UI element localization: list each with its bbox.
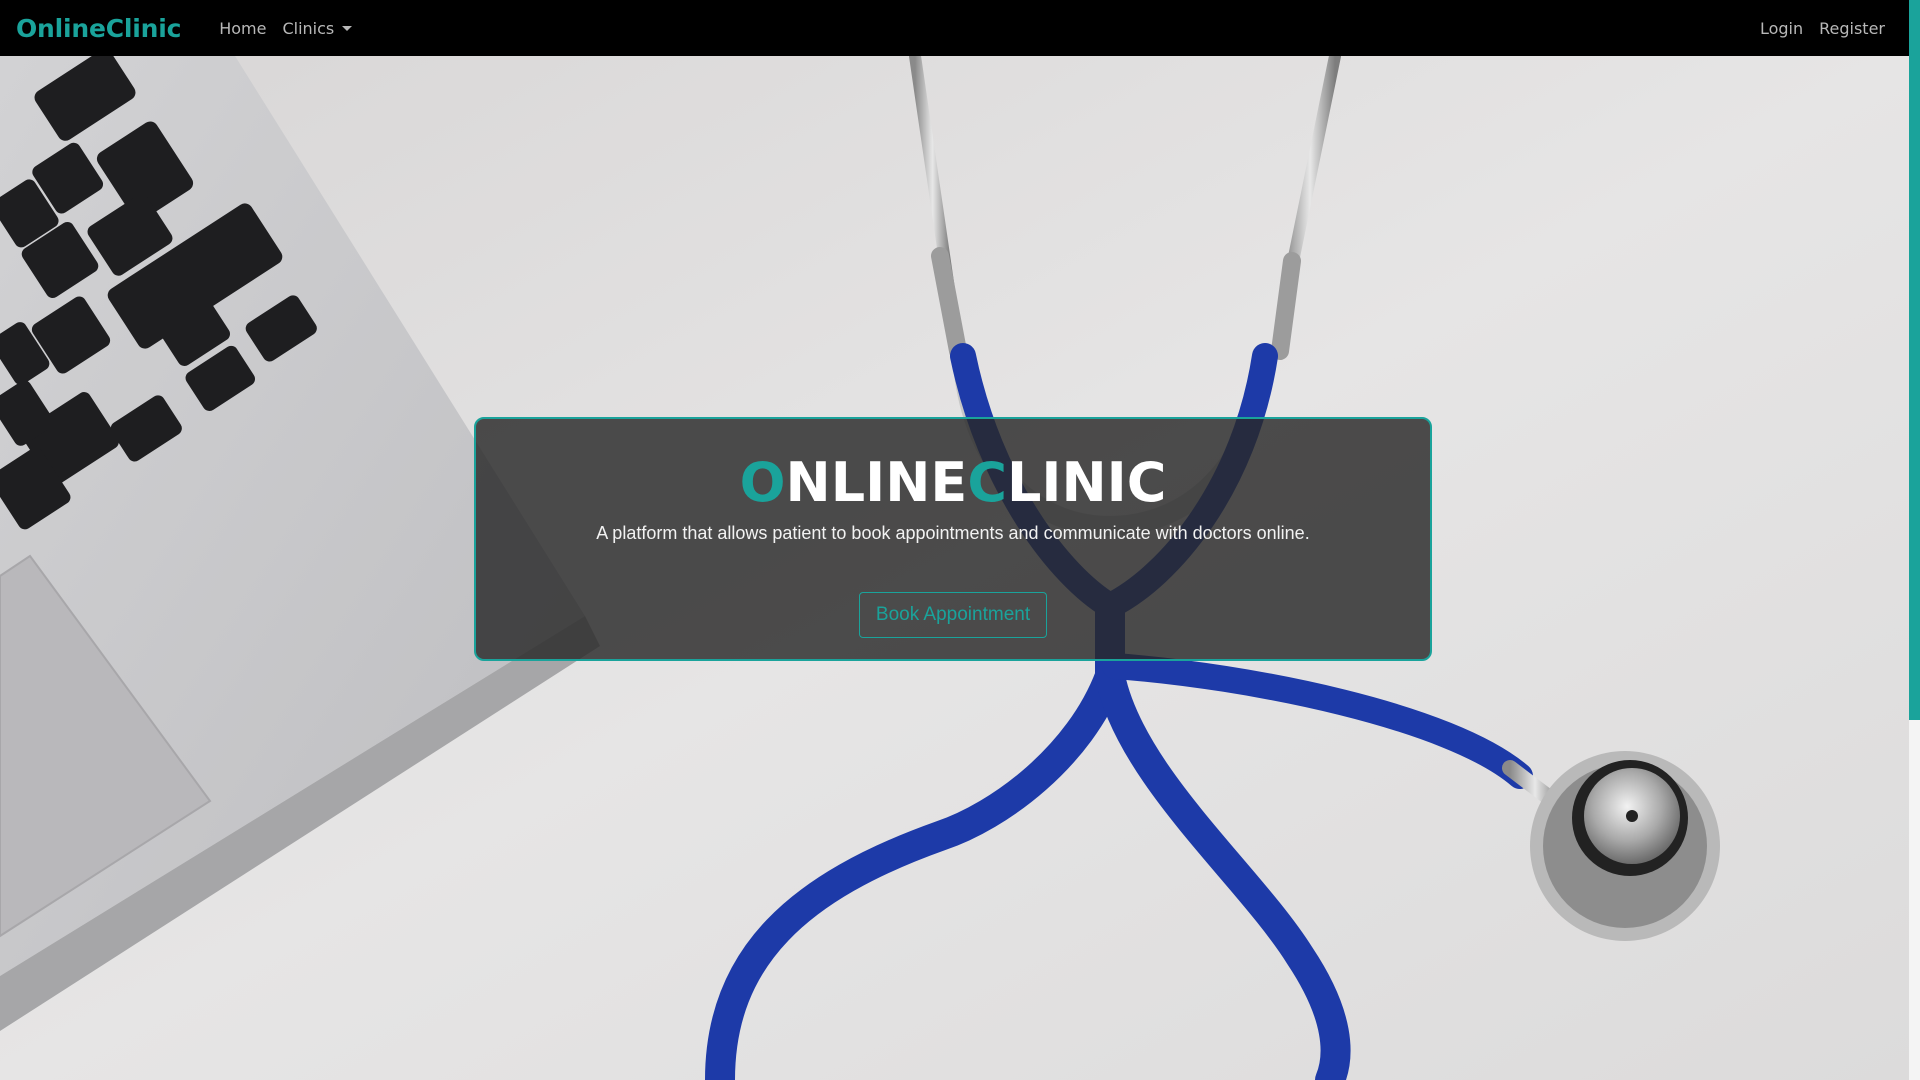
primary-nav: Home Clinics [219, 19, 368, 38]
nav-clinics-dropdown[interactable]: Clinics [282, 18, 353, 38]
book-appointment-button[interactable]: Book Appointment [858, 592, 1048, 638]
hero-title-initial-o: O [739, 451, 786, 514]
hero-title-rest-1: NLINE [785, 451, 968, 514]
hero-title-initial-c: C [967, 451, 1007, 514]
auth-nav: Login Register [1744, 19, 1885, 38]
page: OnlineClinic Home Clinics Login Register… [0, 0, 1920, 1080]
hero-card: ONLINECLINIC A platform that allows pati… [474, 417, 1432, 661]
chestpiece-illustration [1530, 751, 1720, 941]
page-scrollbar[interactable] [1909, 0, 1920, 1080]
nav-home-link[interactable]: Home [219, 19, 266, 38]
hero-title: ONLINECLINIC [476, 453, 1430, 513]
hero-subtitle: A platform that allows patient to book a… [596, 523, 1310, 543]
nav-clinics-label: Clinics [282, 18, 335, 38]
login-link[interactable]: Login [1760, 19, 1803, 38]
brand-logo-link[interactable]: OnlineClinic [16, 14, 181, 43]
hero-title-rest-2: LINIC [1006, 451, 1167, 514]
scrollbar-thumb[interactable] [1909, 0, 1920, 720]
top-navbar: OnlineClinic Home Clinics Login Register [0, 0, 1909, 56]
caret-down-icon [342, 25, 353, 31]
register-link[interactable]: Register [1819, 19, 1885, 38]
